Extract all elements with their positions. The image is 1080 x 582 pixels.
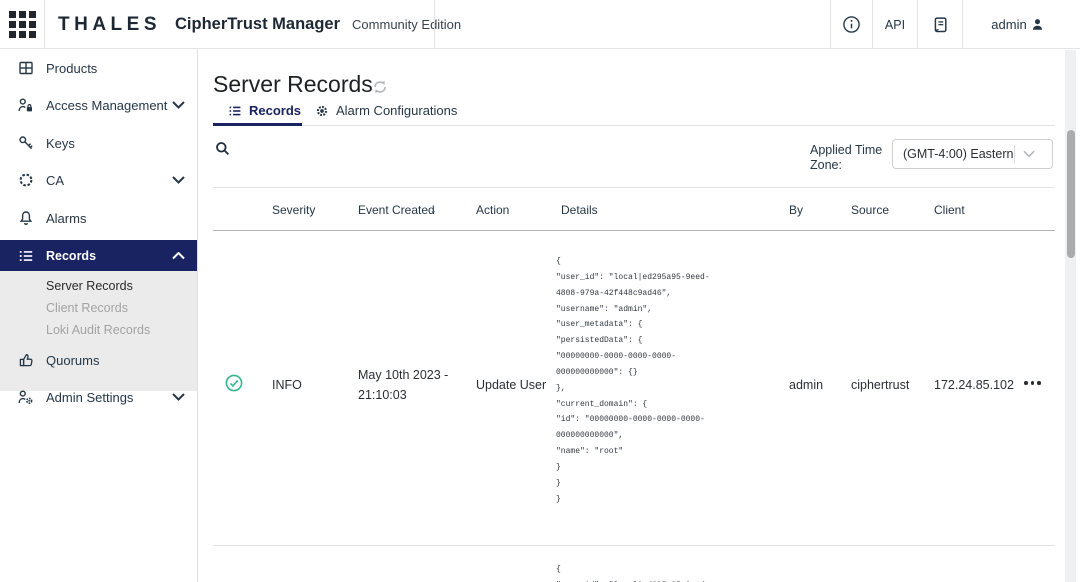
- user-gear-icon: [17, 389, 34, 406]
- column-header-details: Details: [561, 203, 598, 217]
- chevron-up-icon: [172, 252, 185, 260]
- timezone-label: Applied Time Zone:: [810, 143, 890, 173]
- severity-cell: INFO: [272, 378, 302, 392]
- sidebar-item-records[interactable]: Records: [0, 240, 197, 271]
- person-icon: [1030, 17, 1045, 32]
- refresh-icon[interactable]: [371, 78, 389, 96]
- ciphertrust-manager-window: THALES CipherTrust Manager Community Edi…: [0, 0, 1080, 582]
- product-name: CipherTrust Manager: [175, 15, 340, 34]
- seal-icon: [17, 172, 34, 189]
- sidebar-item-alarms[interactable]: Alarms: [0, 205, 197, 231]
- divider: [872, 0, 873, 49]
- tab-records[interactable]: Records: [228, 103, 301, 118]
- search-icon[interactable]: [215, 141, 230, 156]
- main-content: Server Records Records Alarm Configurati…: [198, 49, 1080, 582]
- sort-arrow-down-icon[interactable]: ↓: [430, 201, 437, 216]
- tab-label: Alarm Configurations: [336, 103, 457, 118]
- column-header-event-created[interactable]: Event Created: [358, 203, 435, 217]
- divider: [830, 0, 831, 49]
- sidebar-item-label: Quorums: [46, 353, 99, 368]
- divider: [213, 187, 1055, 188]
- username-label: admin: [991, 17, 1026, 32]
- sidebar-item-access-management[interactable]: Access Management: [0, 92, 197, 118]
- app-launcher-icon[interactable]: [9, 11, 37, 39]
- table-row: INFO May 10th 2023 - 21:10:03 Update Use…: [213, 231, 1055, 546]
- scrollbar-thumb[interactable]: [1067, 130, 1075, 258]
- source-cell: ciphertrust: [851, 378, 909, 392]
- check-circle-icon: [225, 374, 243, 392]
- tabs-baseline: [213, 125, 1055, 126]
- divider: [434, 0, 435, 49]
- sidebar-item-ca[interactable]: CA: [0, 167, 197, 193]
- list-icon: [228, 104, 242, 118]
- edition-label: Community Edition: [352, 17, 461, 32]
- column-header-severity: Severity: [272, 203, 315, 217]
- divider: [962, 0, 963, 49]
- sidebar-subitem-loki-audit-records[interactable]: Loki Audit Records: [0, 319, 197, 341]
- sidebar-item-label: Products: [46, 61, 97, 76]
- column-header-action: Action: [476, 203, 509, 217]
- details-cell: { "user_id": "local|ed295a95-9eed- 4808-…: [556, 254, 714, 508]
- info-icon[interactable]: [838, 0, 864, 49]
- sidebar: Products Access Management Keys CA: [0, 49, 198, 582]
- tab-label: Records: [249, 103, 301, 118]
- client-cell: 172.24.85.102: [934, 378, 1014, 392]
- divider: [917, 0, 918, 49]
- column-header-by: By: [789, 203, 803, 217]
- user-lock-icon: [17, 97, 34, 114]
- docs-book-icon[interactable]: [926, 0, 954, 49]
- page-title: Server Records: [213, 71, 373, 98]
- gear-icon: [315, 104, 329, 118]
- row-actions-ellipsis-icon[interactable]: [1024, 381, 1041, 385]
- sidebar-item-label: Keys: [46, 136, 75, 151]
- chevron-down-icon: [172, 393, 185, 401]
- sidebar-item-label: Alarms: [46, 211, 86, 226]
- timezone-select[interactable]: (GMT-4:00) Eastern...: [892, 139, 1053, 169]
- thumbs-up-icon: [17, 352, 34, 369]
- timezone-value: (GMT-4:00) Eastern...: [893, 147, 1014, 161]
- thales-logo: THALES: [58, 14, 161, 36]
- table-row: { "user_id": "local|ed295a95-9eed-: [213, 547, 1055, 582]
- sidebar-subitem-client-records[interactable]: Client Records: [0, 297, 197, 319]
- column-header-source: Source: [851, 203, 889, 217]
- active-tab-underline: [213, 123, 302, 126]
- bell-icon: [17, 210, 34, 227]
- user-menu[interactable]: admin: [988, 0, 1048, 49]
- chevron-down-icon: [172, 101, 185, 109]
- sidebar-item-quorums[interactable]: Quorums: [0, 347, 197, 373]
- tab-alarm-configurations[interactable]: Alarm Configurations: [315, 103, 457, 118]
- brand-block: THALES CipherTrust Manager Community Edi…: [58, 0, 461, 49]
- vertical-scrollbar: [1065, 50, 1076, 582]
- sidebar-item-products[interactable]: Products: [0, 55, 197, 81]
- sidebar-subitem-server-records[interactable]: Server Records: [0, 275, 197, 297]
- grid-table-icon: [17, 60, 34, 77]
- event-created-cell: May 10th 2023 - 21:10:03: [358, 365, 454, 405]
- key-icon: [17, 135, 34, 152]
- by-cell: admin: [789, 378, 823, 392]
- api-link[interactable]: API: [874, 0, 916, 49]
- sidebar-item-label: Records: [46, 249, 96, 263]
- top-bar: THALES CipherTrust Manager Community Edi…: [0, 0, 1080, 49]
- sidebar-item-admin-settings[interactable]: Admin Settings: [0, 384, 197, 410]
- sidebar-item-label: Admin Settings: [46, 390, 133, 405]
- chevron-down-icon: [1015, 150, 1043, 158]
- action-cell: Update User: [476, 378, 546, 392]
- chevron-down-icon: [172, 176, 185, 184]
- records-submenu: Server Records Client Records Loki Audit…: [0, 271, 197, 391]
- sidebar-item-label: CA: [46, 173, 64, 188]
- column-header-client: Client: [934, 203, 965, 217]
- list-icon: [17, 247, 34, 264]
- sidebar-item-label: Access Management: [46, 98, 167, 113]
- details-cell: { "user_id": "local|ed295a95-9eed-: [556, 562, 714, 582]
- sidebar-item-keys[interactable]: Keys: [0, 130, 197, 156]
- divider: [44, 0, 45, 49]
